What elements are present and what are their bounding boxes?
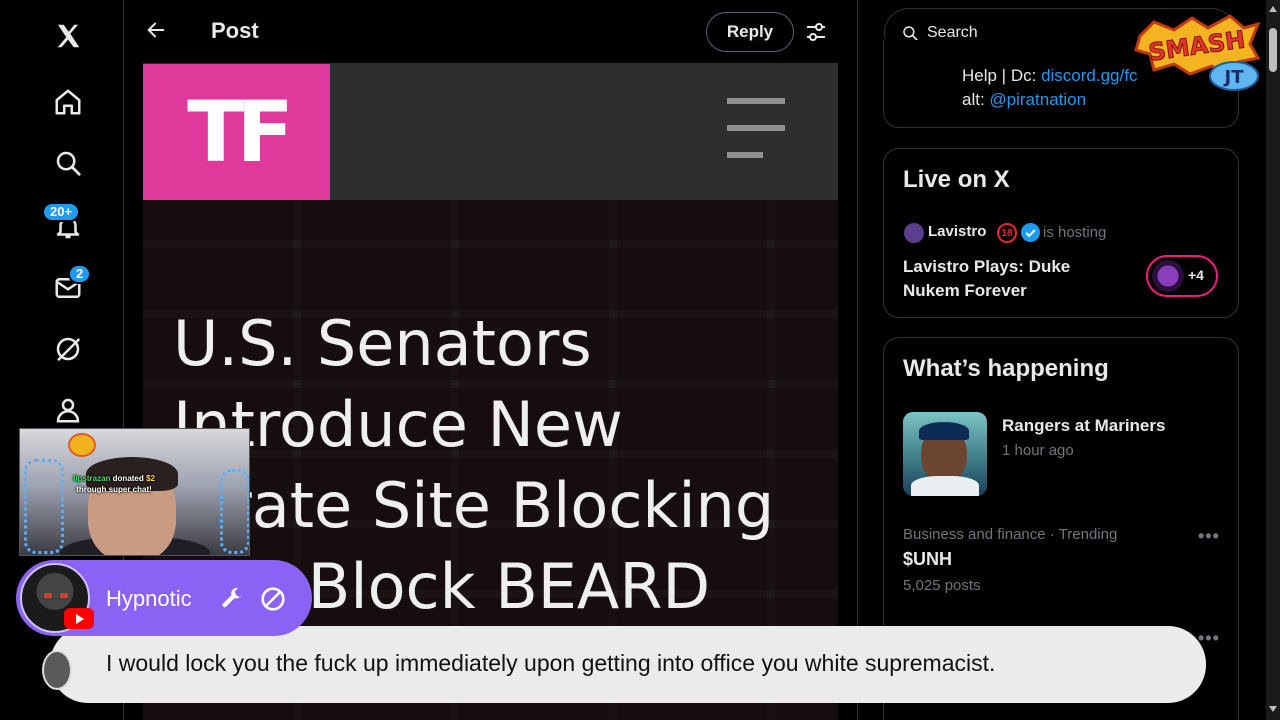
hamburger-menu-icon	[727, 98, 785, 179]
help-prefix: Help | Dc:	[962, 66, 1042, 85]
trend-time: 1 hour ago	[1002, 442, 1074, 459]
alt-prefix: alt:	[962, 90, 990, 109]
grok-icon[interactable]	[46, 327, 90, 371]
chat-message-text: I would lock you the fuck up immediately…	[106, 650, 996, 676]
headline-line: Pirate Site Blocking	[173, 469, 775, 542]
donation-text: donated	[110, 474, 146, 483]
hosting-text: is hosting	[1043, 224, 1107, 241]
profile-icon[interactable]	[46, 388, 90, 432]
torrentfreak-logo: TF	[143, 64, 330, 200]
avatar-eye	[60, 593, 68, 598]
trend-topic[interactable]: $UNH	[903, 549, 952, 570]
profile-alt-line: alt: @piratnation	[962, 90, 1086, 110]
home-icon[interactable]	[46, 80, 90, 124]
live-on-x-card: Live on X Lavistro 18 is hosting Lavistr…	[883, 148, 1239, 318]
live-listeners-pill[interactable]: +4	[1146, 255, 1218, 297]
post-header: Post Reply	[124, 0, 858, 63]
x-logo-icon[interactable]	[46, 14, 90, 58]
reply-settings-icon[interactable]	[804, 18, 828, 46]
chat-author-name: Hypnotic	[106, 586, 192, 611]
notifications-badge: 20+	[42, 202, 81, 222]
verified-badge-icon	[1021, 223, 1040, 242]
live-stream-title[interactable]: Lavistro Plays: Duke Nukem Forever	[903, 255, 1113, 303]
host-name[interactable]: Lavistro	[928, 223, 986, 240]
scroll-down-arrow-icon[interactable]	[1269, 706, 1277, 712]
donation-alert: lipstrazan donated $2 through super chat…	[54, 473, 174, 495]
live-section-title: Live on X	[903, 166, 1010, 193]
trend-context: Business and finance · Trending	[903, 526, 1118, 543]
trend-headline[interactable]: Rangers at Mariners	[1002, 416, 1165, 436]
scroll-up-arrow-icon[interactable]	[1269, 6, 1277, 12]
donation-tail: through super chat!	[76, 485, 152, 494]
messages-badge: 2	[68, 264, 92, 284]
host-avatar[interactable]	[904, 223, 924, 243]
donation-amount: $2	[146, 474, 155, 483]
back-arrow-icon[interactable]	[140, 14, 172, 46]
player-jersey	[911, 476, 979, 496]
page-scrollbar[interactable]	[1266, 0, 1280, 720]
svg-text:JT: JT	[1223, 67, 1245, 88]
article-site-header: TF	[143, 63, 838, 200]
profile-help-line: Help | Dc: discord.gg/fc	[962, 66, 1137, 86]
scroll-thumb[interactable]	[1269, 28, 1277, 72]
headline-line: Introduce New	[173, 388, 623, 461]
wrench-moderator-icon	[222, 587, 242, 608]
more-options-icon[interactable]: •••	[1198, 526, 1220, 547]
discord-link[interactable]: discord.gg/fc	[1041, 66, 1137, 85]
explore-icon[interactable]	[46, 141, 90, 185]
player-cap	[919, 422, 969, 440]
smash-jt-logo: SMASH JT	[1134, 14, 1261, 91]
donor-name: lipstrazan	[73, 474, 111, 483]
trend-post-count: 5,025 posts	[903, 577, 981, 594]
blocked-icon	[261, 587, 285, 611]
listener-count: +4	[1188, 267, 1204, 283]
listener-avatar	[1152, 260, 1184, 292]
avatar-eye	[44, 593, 52, 598]
sidebar-account-avatar[interactable]	[42, 650, 72, 690]
page-title: Post	[211, 18, 259, 43]
happening-section-title: What’s happening	[903, 355, 1109, 382]
age-badge: 18	[997, 223, 1017, 243]
webcam-overlay: lipstrazan donated $2 through super chat…	[19, 428, 250, 556]
donation-coin-icon	[68, 433, 96, 457]
led-lights	[220, 469, 249, 554]
headline-line: U.S. Senators	[173, 307, 592, 380]
youtube-icon	[64, 608, 94, 629]
event-thumbnail[interactable]	[903, 412, 987, 496]
reply-button[interactable]: Reply	[706, 12, 794, 52]
alt-account-link[interactable]: @piratnation	[989, 90, 1086, 109]
